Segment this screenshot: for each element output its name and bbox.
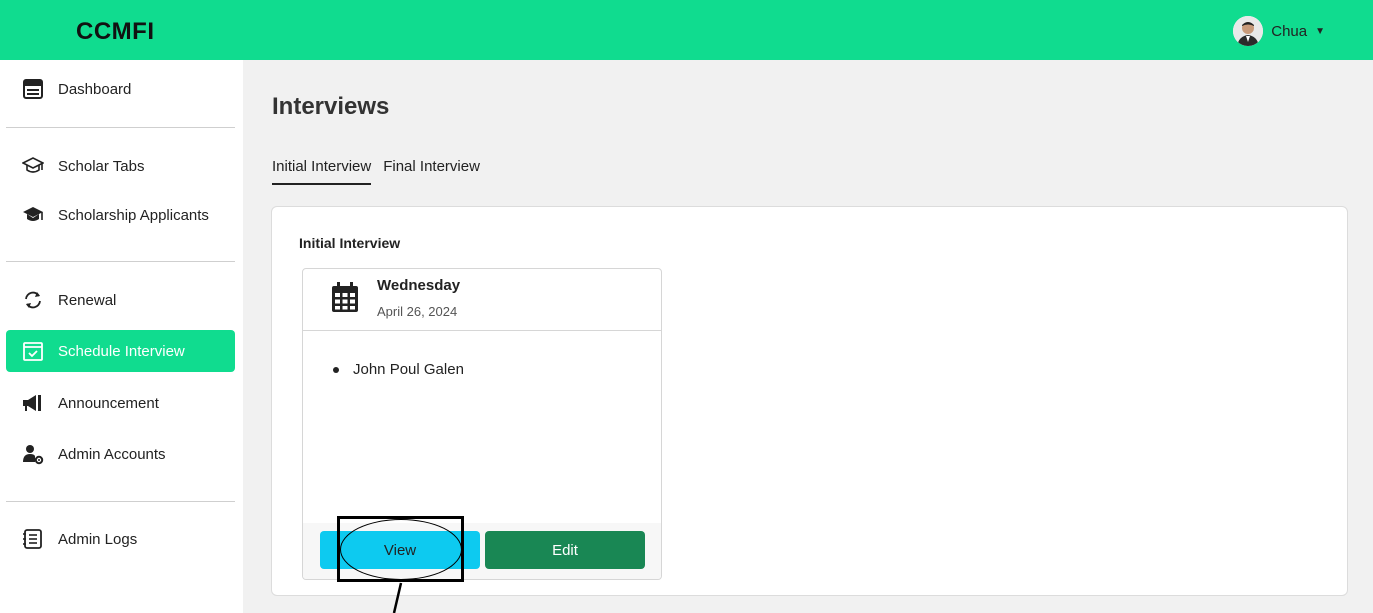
calendar-check-icon <box>22 340 44 362</box>
sidebar-divider <box>6 261 235 262</box>
page-title: Interviews <box>272 93 390 120</box>
dashboard-icon <box>22 78 44 100</box>
sidebar-item-admin-logs[interactable]: Admin Logs <box>6 518 235 560</box>
list-item: John Poul Galen <box>333 361 464 378</box>
tab-final-interview[interactable]: Final Interview <box>383 158 480 185</box>
sidebar-item-schedule-interview[interactable]: Schedule Interview <box>6 330 235 372</box>
graduation-cap-outline-icon <box>22 155 44 177</box>
interviewee-name: John Poul Galen <box>353 361 464 378</box>
log-list-icon <box>22 528 44 550</box>
annotation-ellipse <box>340 519 462 580</box>
top-bar: CCMFI Chua ▼ <box>0 0 1373 60</box>
sidebar-item-label: Renewal <box>58 291 117 309</box>
sidebar-item-label: Scholarship Applicants <box>58 206 209 224</box>
user-menu[interactable]: Chua ▼ <box>1233 16 1325 46</box>
section-title: Initial Interview <box>299 235 401 251</box>
avatar <box>1233 16 1264 46</box>
sidebar-item-label: Admin Accounts <box>58 445 166 463</box>
sidebar-item-label: Schedule Interview <box>58 342 185 360</box>
sidebar-item-label: Scholar Tabs <box>58 157 145 175</box>
sidebar-item-dashboard[interactable]: Dashboard <box>6 68 235 110</box>
bullet-icon <box>333 366 339 373</box>
caret-down-icon: ▼ <box>1315 25 1325 37</box>
sidebar-item-announcement[interactable]: Announcement <box>6 382 235 424</box>
interview-card-header: Wednesday April 26, 2024 <box>303 269 661 331</box>
tab-initial-interview[interactable]: Initial Interview <box>272 158 372 185</box>
sidebar-item-label: Dashboard <box>58 80 132 98</box>
sidebar-item-label: Announcement <box>58 394 159 412</box>
megaphone-icon <box>22 392 44 414</box>
interview-tabs: Initial Interview Final Interview <box>272 158 480 185</box>
sidebar-item-renewal[interactable]: Renewal <box>6 279 235 321</box>
user-name: Chua <box>1271 22 1308 40</box>
sidebar-item-scholar-tabs[interactable]: Scholar Tabs <box>6 145 235 187</box>
sidebar-divider <box>6 127 235 128</box>
edit-button[interactable]: Edit <box>485 531 645 569</box>
calendar-icon <box>331 281 359 318</box>
refresh-icon <box>22 289 44 311</box>
interview-day: Wednesday <box>377 277 461 294</box>
interviewee-list: John Poul Galen <box>333 361 464 378</box>
brand-logo[interactable]: CCMFI <box>76 18 154 46</box>
sidebar-divider <box>6 501 235 502</box>
interview-date: April 26, 2024 <box>377 304 458 319</box>
sidebar-item-admin-accounts[interactable]: Admin Accounts <box>6 433 235 475</box>
sidebar: Dashboard Scholar Tabs Scholarship Appli… <box>0 60 243 613</box>
graduation-cap-icon <box>22 204 44 226</box>
user-gear-icon <box>22 443 44 465</box>
sidebar-item-label: Admin Logs <box>58 530 138 548</box>
sidebar-item-scholarship-applicants[interactable]: Scholarship Applicants <box>6 194 235 236</box>
